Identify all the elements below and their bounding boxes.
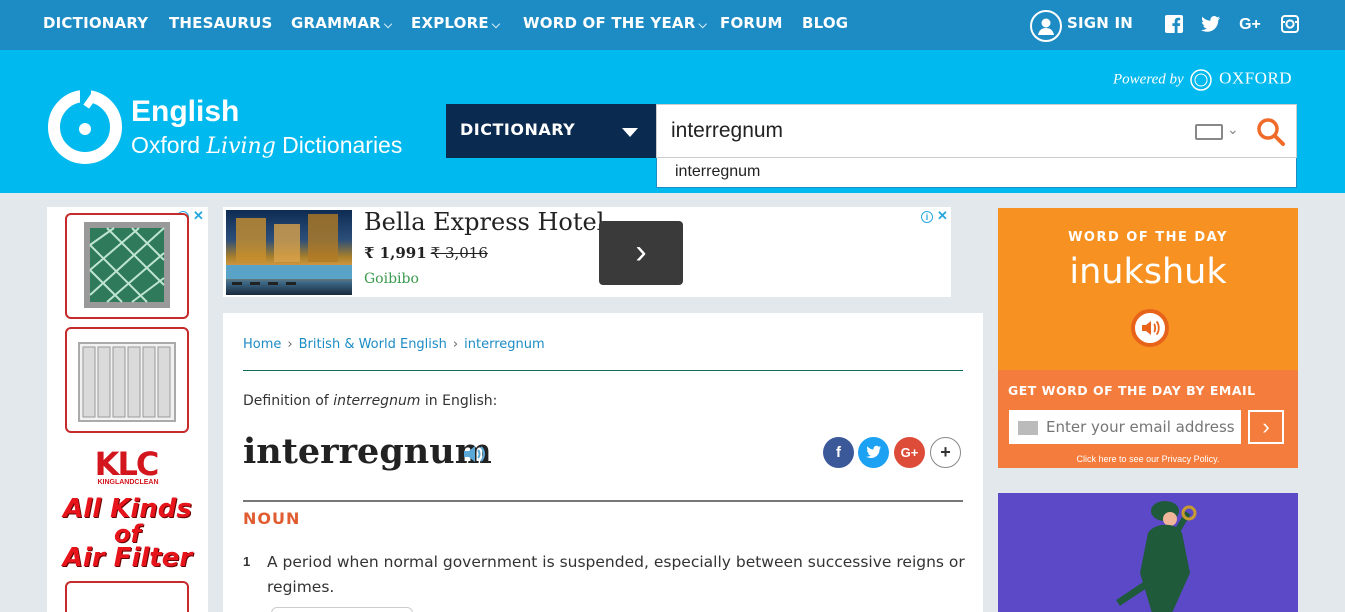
air-filter-image [65,213,189,319]
nav-dictionary[interactable]: DICTIONARY [43,14,148,32]
caret-down-icon [622,128,638,137]
share-facebook-icon[interactable]: f [823,437,854,468]
more-examples-button[interactable] [271,607,413,612]
dictionary-select[interactable]: DICTIONARY [446,104,656,158]
speaker-icon[interactable] [463,444,489,464]
ad-close-icon[interactable]: ✕ [937,208,948,224]
chevron-right-icon: › [635,233,647,271]
share-more-icon[interactable]: + [930,437,961,468]
breadcrumb-british-world-english[interactable]: British & World English [299,337,447,352]
divider [243,370,963,371]
brand-title[interactable]: English [131,95,239,129]
wotd-label: WORD OF THE DAY [1068,230,1228,245]
search-input[interactable]: interregnum ⌄ [656,104,1297,158]
brand-subtitle[interactable]: Oxford Living Dictionaries [131,132,402,159]
share-twitter-icon[interactable] [858,437,889,468]
ad-next-button[interactable]: › [599,221,683,285]
chevron-right-icon: › [1262,414,1270,439]
signin-link[interactable]: SIGN IN [1067,14,1133,32]
divider [243,500,963,502]
chevron-down-icon: ⌵ [383,18,393,31]
hotel-image[interactable] [226,210,352,295]
ad-brand-logo: KLC [94,445,160,483]
breadcrumb: Home › British & World English › interregnum [243,337,545,352]
chevron-down-icon: ⌵ [491,18,501,31]
keyboard-icon[interactable] [1195,124,1223,140]
chevron-down-icon: ⌵ [698,18,708,31]
ad-headline-3: Air Filter [62,543,193,573]
wotd-email-signup: GET WORD OF THE DAY BY EMAIL › Click her… [998,370,1298,468]
nav-blog[interactable]: BLOG [802,14,848,32]
sense-definition: A period when normal government is suspe… [267,553,965,596]
bag-filter-image [65,327,189,433]
chevron-down-icon[interactable]: ⌄ [1227,121,1239,138]
search-icon[interactable] [1255,116,1287,148]
banner-advertisement[interactable]: Bella Express Hotel ₹ 1,991 ₹ 3,016 Goibi… [223,207,951,297]
privacy-link[interactable]: Click here to see our Privacy Policy. [998,454,1298,464]
promo-illustration[interactable] [998,493,1298,612]
filter-image [65,581,189,612]
nav-grammar[interactable]: GRAMMAR ⌵ [291,14,392,32]
sense-number: 1 [243,554,251,569]
search-query[interactable]: interregnum [671,119,783,143]
speaker-icon[interactable] [1131,309,1169,347]
email-signup-label: GET WORD OF THE DAY BY EMAIL [1008,383,1256,398]
ad-close-icon[interactable]: ✕ [193,208,204,224]
search-suggestion[interactable]: interregnum [656,158,1297,188]
word-of-the-day-panel: WORD OF THE DAY inukshuk [998,208,1298,370]
suggestion-item[interactable]: interregnum [675,163,760,181]
facebook-icon[interactable] [1164,15,1184,35]
ad-price: ₹ 1,991 ₹ 3,016 [364,244,488,262]
share-google-plus-icon[interactable]: G+ [894,437,925,468]
ad-info-icon[interactable]: i [921,211,933,223]
nav-explore[interactable]: EXPLORE ⌵ [411,14,500,32]
nav-thesaurus[interactable]: THESAURUS [169,14,273,32]
part-of-speech: NOUN [243,509,301,528]
user-icon[interactable] [1030,10,1062,42]
nav-word-of-the-year[interactable]: WORD OF THE YEAR ⌵ [523,14,707,32]
ad-brand-sub: KINGLANDCLEAN [97,479,159,486]
google-plus-icon[interactable]: G+ [1238,15,1262,35]
email-submit-button[interactable]: › [1248,410,1284,444]
headword: interregnum [243,431,492,472]
entry-panel: Home › British & World English › interregnum… [223,313,983,612]
email-field[interactable] [1009,410,1241,444]
side-advertisement[interactable]: i ✕ KLC KINGLANDCLEAN All Kinds of Air F… [47,207,208,612]
nav-forum[interactable]: FORUM [720,14,783,32]
ad-title[interactable]: Bella Express Hotel [364,208,604,236]
instagram-icon[interactable] [1280,15,1300,35]
top-navigation: DICTIONARY THESAURUS GRAMMAR ⌵ EXPLORE ⌵ W… [0,0,1345,50]
oxford-logo-icon[interactable] [47,89,123,165]
oxford-crest-icon [1190,69,1213,91]
definition-of-label: Definition of interregnum in English: [243,393,498,409]
twitter-icon[interactable] [1201,15,1221,35]
powered-by-oxford[interactable]: Powered by OXFORD [1113,68,1292,92]
breadcrumb-current[interactable]: interregnum [464,337,545,352]
breadcrumb-home[interactable]: Home [243,337,281,352]
wotd-word[interactable]: inukshuk [998,252,1298,292]
mail-icon [1018,421,1038,435]
ad-source[interactable]: Goibibo [364,271,419,287]
